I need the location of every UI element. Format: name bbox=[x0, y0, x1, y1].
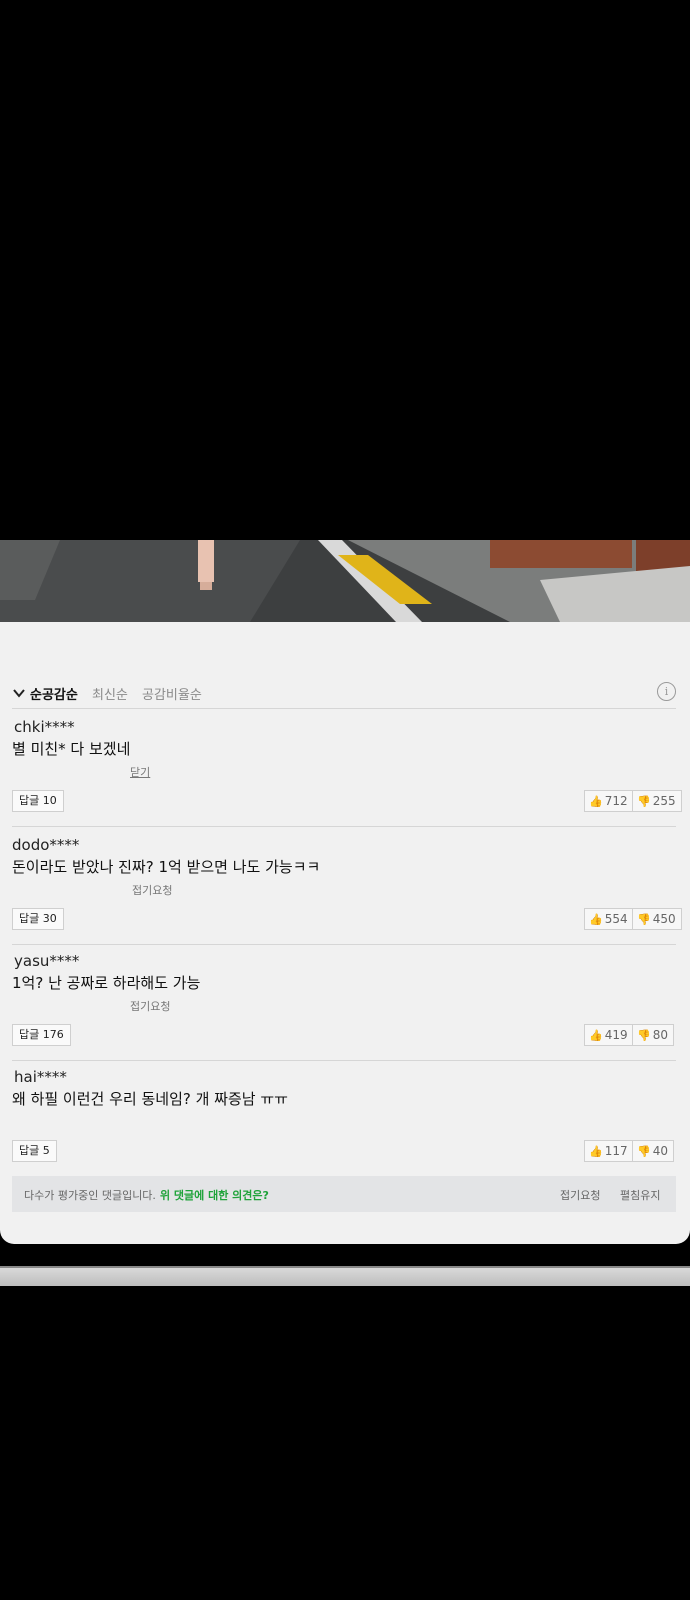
street-scene bbox=[0, 540, 690, 622]
comment-text: 1억? 난 공짜로 하라해도 가능 bbox=[12, 974, 201, 992]
like-button[interactable]: 👍 117 bbox=[584, 1140, 634, 1162]
comment-username[interactable]: yasu**** bbox=[14, 952, 79, 970]
dislike-button[interactable]: 👎 450 bbox=[632, 908, 682, 930]
reply-button[interactable]: 답글 176 bbox=[12, 1024, 71, 1046]
comment-item: dodo**** 돈이라도 받았나 진짜? 1억 받으면 나도 가능ㅋㅋ 접기요… bbox=[0, 828, 690, 942]
close-button[interactable]: 닫기 bbox=[130, 764, 150, 780]
opinion-question: 위 댓글에 대한 의견은? bbox=[159, 1189, 269, 1202]
comment-text: 별 미친* 다 보겠네 bbox=[12, 740, 131, 758]
comment-username[interactable]: chki**** bbox=[14, 718, 75, 736]
dislike-button[interactable]: 👎 80 bbox=[632, 1024, 674, 1046]
fold-request-button[interactable]: 접기요청 bbox=[132, 882, 172, 898]
webtoon-street-image bbox=[0, 540, 690, 622]
comment-item: hai**** 왜 하필 이런건 우리 동네임? 개 짜증남 ㅠㅠ 답글 5 👍… bbox=[0, 1060, 690, 1174]
thumbs-down-icon: 👎 bbox=[637, 795, 651, 808]
comment-username[interactable]: dodo**** bbox=[12, 836, 79, 854]
sort-by-newest[interactable]: 최신순 bbox=[92, 684, 128, 703]
thumbs-up-icon: 👍 bbox=[589, 1029, 603, 1042]
chevron-down-icon bbox=[13, 689, 25, 698]
thumbs-up-icon: 👍 bbox=[589, 913, 603, 926]
sort-by-ratio[interactable]: 공감비율순 bbox=[142, 684, 202, 703]
keep-unfolded-vote-button[interactable]: 펼침유지 bbox=[620, 1187, 660, 1203]
reply-button[interactable]: 답글 30 bbox=[12, 908, 64, 930]
dislike-button[interactable]: 👎 40 bbox=[632, 1140, 674, 1162]
thumbs-down-icon: 👎 bbox=[637, 913, 651, 926]
comment-item: yasu**** 1억? 난 공짜로 하라해도 가능 접기요청 답글 176 👍… bbox=[0, 944, 690, 1058]
comment-username[interactable]: hai**** bbox=[14, 1068, 67, 1086]
comment-panel: 순공감순 최신순 공감비율순 i chki**** 별 미친* 다 보겠네 닫기… bbox=[0, 622, 690, 1244]
divider bbox=[12, 708, 676, 709]
evaluation-notice: 다수가 평가중인 댓글입니다. 위 댓글에 대한 의견은? 접기요청 펼침유지 bbox=[12, 1176, 676, 1212]
reply-button[interactable]: 답글 5 bbox=[12, 1140, 57, 1162]
comment-text: 왜 하필 이런건 우리 동네임? 개 짜증남 ㅠㅠ bbox=[12, 1090, 288, 1108]
fold-request-button[interactable]: 접기요청 bbox=[130, 998, 170, 1014]
notice-text: 다수가 평가중인 댓글입니다. 위 댓글에 대한 의견은? bbox=[24, 1189, 269, 1202]
reply-button[interactable]: 답글 10 bbox=[12, 790, 64, 812]
fold-request-vote-button[interactable]: 접기요청 bbox=[560, 1187, 600, 1203]
comment-text: 돈이라도 받았나 진짜? 1억 받으면 나도 가능ㅋㅋ bbox=[12, 858, 321, 876]
sort-by-likes[interactable]: 순공감순 bbox=[30, 684, 78, 703]
like-button[interactable]: 👍 554 bbox=[584, 908, 634, 930]
thumbs-down-icon: 👎 bbox=[637, 1145, 651, 1158]
thumbs-down-icon: 👎 bbox=[637, 1029, 651, 1042]
thumbs-up-icon: 👍 bbox=[589, 795, 603, 808]
dislike-button[interactable]: 👎 255 bbox=[632, 790, 682, 812]
info-icon[interactable]: i bbox=[657, 682, 676, 701]
thumbs-up-icon: 👍 bbox=[589, 1145, 603, 1158]
like-button[interactable]: 👍 419 bbox=[584, 1024, 634, 1046]
divider bbox=[12, 826, 676, 827]
like-button[interactable]: 👍 712 bbox=[584, 790, 634, 812]
comment-item: chki**** 별 미친* 다 보겠네 닫기 답글 10 👍 712 👎 255 bbox=[0, 710, 690, 824]
bottom-edge bbox=[0, 1266, 690, 1286]
